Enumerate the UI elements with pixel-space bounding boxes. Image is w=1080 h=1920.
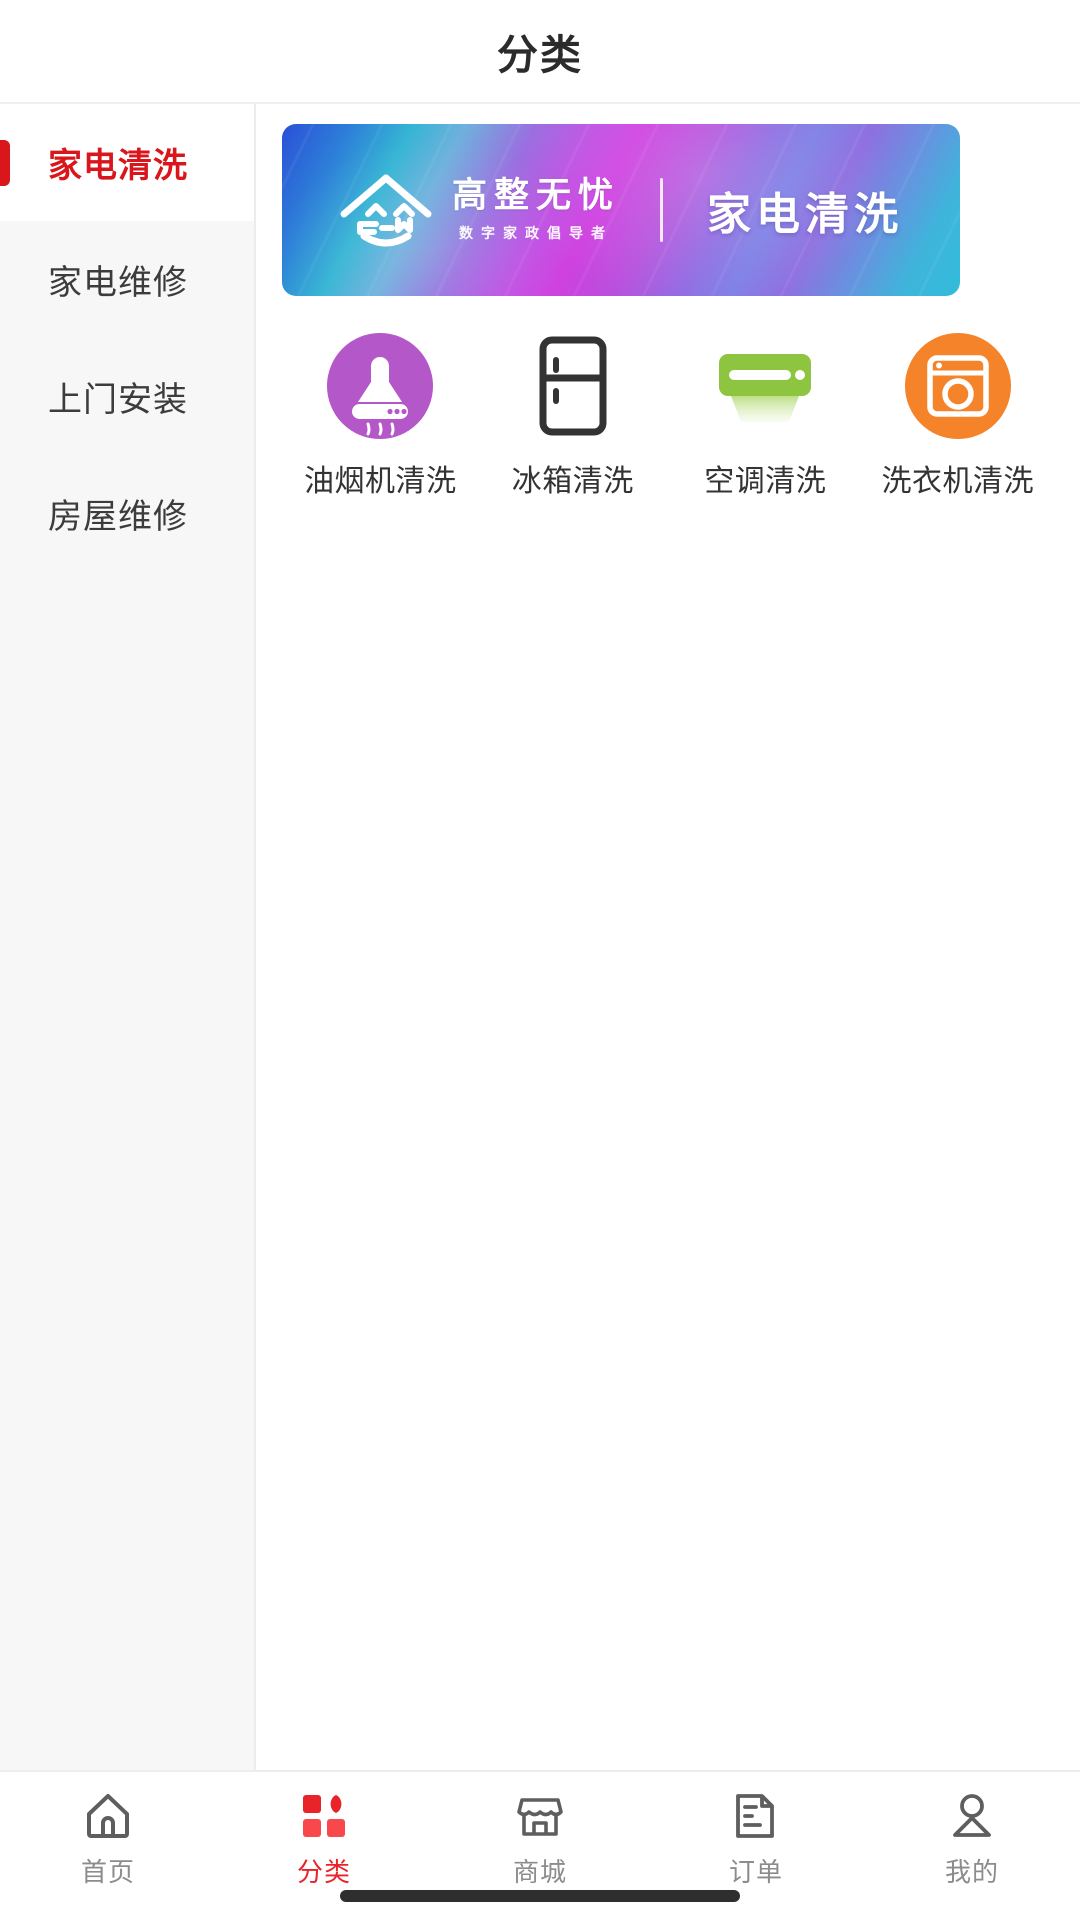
washing-machine-icon — [902, 330, 1014, 442]
home-icon — [82, 1790, 134, 1842]
page-header: 分类 — [0, 0, 1080, 104]
order-document-icon — [730, 1790, 782, 1842]
service-item-washing-machine[interactable]: 洗衣机清洗 — [862, 330, 1055, 500]
sidebar-item-door-installation[interactable]: 上门安装 — [0, 338, 254, 455]
sidebar-item-appliance-repair[interactable]: 家电维修 — [0, 221, 254, 338]
banner-headline: 家电清洗 — [707, 190, 904, 239]
tab-profile[interactable]: 我的 — [864, 1790, 1080, 1889]
tab-orders[interactable]: 订单 — [648, 1790, 864, 1889]
sidebar-item-label: 家电清洗 — [48, 147, 188, 185]
tab-label: 我的 — [944, 1857, 999, 1887]
sidebar-item-appliance-cleaning[interactable]: 家电清洗 — [0, 104, 254, 221]
sidebar-item-label: 家电维修 — [48, 264, 188, 302]
service-item-label: 空调清洗 — [704, 465, 827, 498]
category-sidebar[interactable]: 家电清洗 家电维修 上门安装 房屋维修 — [0, 104, 256, 1770]
refrigerator-icon — [517, 330, 629, 442]
brand-slogan: 数字家政倡导者 — [459, 224, 613, 241]
range-hood-icon — [324, 330, 436, 442]
app-screen: 分类 家电清洗 家电维修 上门安装 房屋维修 高整无忧 数字家政倡导者 家电清洗… — [0, 0, 1080, 1920]
promo-banner[interactable]: 高整无忧 数字家政倡导者 家电清洗 — [282, 124, 960, 296]
service-item-label: 冰箱清洗 — [511, 465, 634, 498]
home-indicator — [340, 1890, 740, 1902]
service-grid: 油烟机清洗 冰箱清洗 空调清洗 洗衣机清洗 — [282, 330, 1056, 500]
air-conditioner-icon — [709, 330, 821, 442]
tab-store[interactable]: 商城 — [432, 1790, 648, 1889]
house-gzw-logo-icon — [338, 172, 434, 248]
tab-label: 订单 — [728, 1857, 783, 1887]
sidebar-item-house-repair[interactable]: 房屋维修 — [0, 455, 254, 572]
tab-label: 分类 — [296, 1857, 351, 1887]
banner-divider — [660, 178, 664, 242]
active-indicator-bar — [0, 139, 10, 186]
page-title: 分类 — [497, 32, 583, 78]
tab-category[interactable]: 分类 — [216, 1790, 432, 1889]
grid-category-icon — [298, 1790, 350, 1842]
service-item-range-hood[interactable]: 油烟机清洗 — [284, 330, 477, 500]
category-content: 高整无忧 数字家政倡导者 家电清洗 油烟机清洗 冰箱清洗 空调清洗 洗衣机清洗 — [256, 104, 1080, 1770]
brand-logo-text: 高整无忧 数字家政倡导者 — [452, 177, 620, 243]
tab-label: 首页 — [80, 1857, 135, 1887]
tab-label: 商城 — [512, 1857, 567, 1887]
sidebar-item-label: 房屋维修 — [48, 498, 188, 536]
service-item-label: 油烟机清洗 — [304, 465, 457, 498]
service-item-refrigerator[interactable]: 冰箱清洗 — [477, 330, 670, 500]
store-icon — [514, 1790, 566, 1842]
tab-home[interactable]: 首页 — [0, 1790, 216, 1889]
page-body: 家电清洗 家电维修 上门安装 房屋维修 高整无忧 数字家政倡导者 家电清洗 油烟… — [0, 104, 1080, 1770]
sidebar-item-label: 上门安装 — [48, 381, 188, 419]
service-item-air-conditioner[interactable]: 空调清洗 — [669, 330, 862, 500]
service-item-label: 洗衣机清洗 — [881, 465, 1034, 498]
user-profile-icon — [946, 1790, 998, 1842]
brand-name: 高整无忧 — [452, 176, 621, 216]
